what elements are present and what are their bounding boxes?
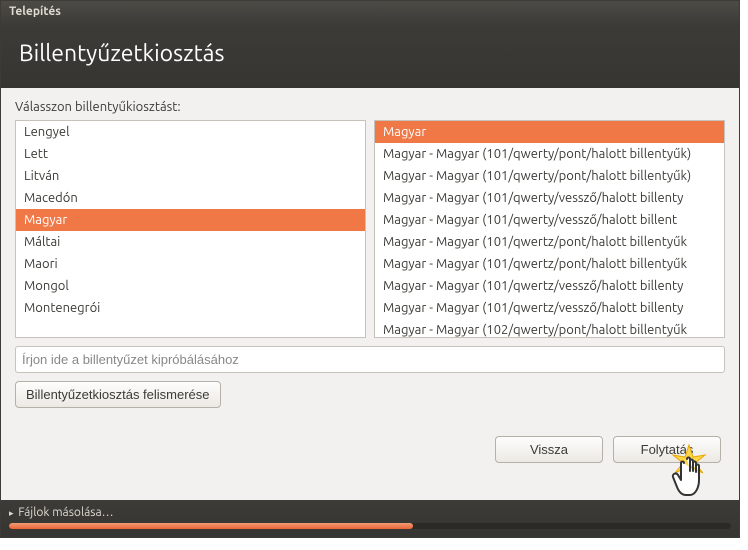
language-item[interactable]: Lengyel bbox=[16, 121, 365, 143]
variant-listbox[interactable]: MagyarMagyar - Magyar (101/qwerty/pont/h… bbox=[374, 120, 725, 338]
language-item[interactable]: Máltai bbox=[16, 231, 365, 253]
footer-expander[interactable]: ▸ Fájlok másolása… bbox=[9, 506, 731, 519]
language-item[interactable]: Litván bbox=[16, 165, 365, 187]
variant-item[interactable]: Magyar - Magyar (101/qwerty/vessző/halot… bbox=[375, 209, 724, 231]
language-item[interactable]: Montenegrói bbox=[16, 297, 365, 319]
language-item[interactable]: Macedón bbox=[16, 187, 365, 209]
disclosure-triangle-icon: ▸ bbox=[9, 508, 14, 519]
variant-item[interactable]: Magyar - Magyar (102/qwerty/pont/halott … bbox=[375, 319, 724, 338]
footer: ▸ Fájlok másolása… bbox=[1, 500, 739, 537]
footer-status-label: Fájlok másolása… bbox=[18, 506, 113, 519]
language-item[interactable]: Mongol bbox=[16, 275, 365, 297]
page-header: Billentyűzetkiosztás bbox=[1, 25, 739, 88]
window-title: Telepítés bbox=[9, 5, 61, 18]
variant-item[interactable]: Magyar - Magyar (101/qwerty/pont/halott … bbox=[375, 165, 724, 187]
detect-layout-button[interactable]: Billentyűzetkiosztás felismerése bbox=[15, 381, 221, 408]
variant-item[interactable]: Magyar - Magyar (101/qwertz/vessző/halot… bbox=[375, 297, 724, 319]
variant-item[interactable]: Magyar - Magyar (101/qwertz/vessző/halot… bbox=[375, 275, 724, 297]
variant-item[interactable]: Magyar - Magyar (101/qwertz/pont/halott … bbox=[375, 253, 724, 275]
language-item[interactable]: Lett bbox=[16, 143, 365, 165]
progress-bar bbox=[9, 523, 731, 529]
variant-item[interactable]: Magyar - Magyar (101/qwertz/pont/halott … bbox=[375, 231, 724, 253]
titlebar: Telepítés bbox=[1, 1, 739, 25]
progress-fill bbox=[9, 523, 413, 529]
variant-item[interactable]: Magyar bbox=[375, 121, 724, 143]
language-item[interactable]: Maori bbox=[16, 253, 365, 275]
continue-button[interactable]: Folytatás bbox=[613, 436, 721, 463]
variant-item[interactable]: Magyar - Magyar (101/qwerty/pont/halott … bbox=[375, 143, 724, 165]
language-item[interactable]: Magyar bbox=[16, 209, 365, 231]
variant-item[interactable]: Magyar - Magyar (101/qwerty/vessző/halot… bbox=[375, 187, 724, 209]
prompt-label: Válasszon billentyűkiosztást: bbox=[15, 100, 725, 114]
back-button[interactable]: Vissza bbox=[495, 436, 603, 463]
language-listbox[interactable]: LengyelLettLitvánMacedónMagyarMáltaiMaor… bbox=[15, 120, 366, 338]
page-title: Billentyűzetkiosztás bbox=[19, 41, 224, 66]
keyboard-test-input[interactable] bbox=[15, 346, 725, 373]
